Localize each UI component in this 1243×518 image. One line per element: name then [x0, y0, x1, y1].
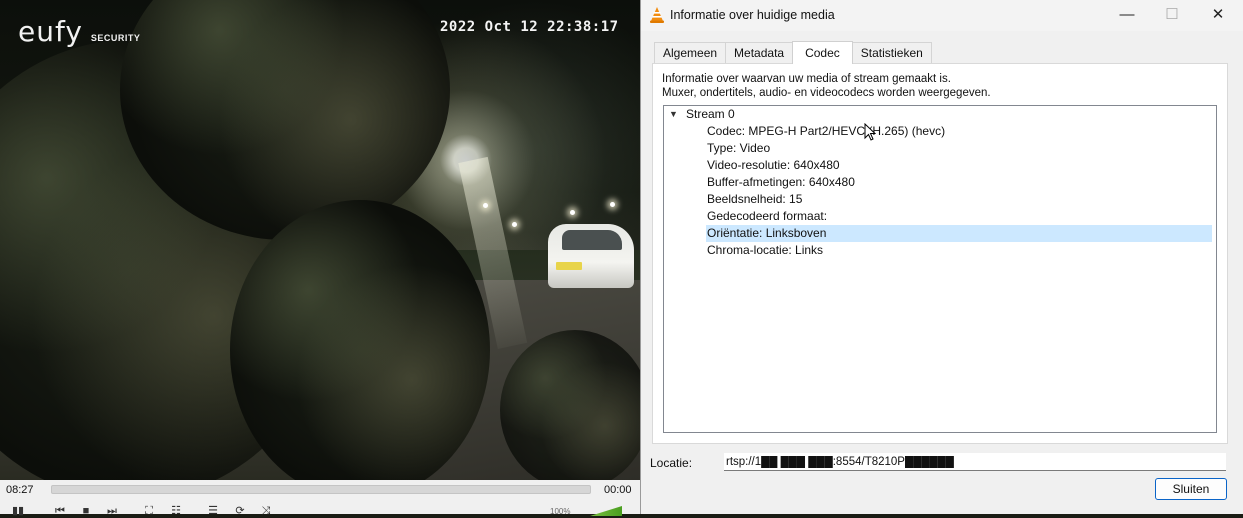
street-light	[570, 210, 575, 215]
vlc-cone-icon	[650, 7, 664, 23]
title-bar[interactable]: Informatie over huidige media — ☐ ✕	[641, 0, 1243, 31]
foliage	[230, 200, 490, 480]
dialog-title: Informatie over huidige media	[670, 8, 835, 22]
logo-word: eufy	[18, 15, 83, 48]
foliage	[500, 330, 640, 480]
tab-bar: Algemeen Metadata Codec Statistieken	[654, 41, 932, 64]
volume-slider[interactable]	[590, 506, 622, 516]
tab-codec[interactable]: Codec	[792, 41, 853, 64]
tab-statistieken[interactable]: Statistieken	[851, 42, 932, 64]
car-plate	[556, 262, 582, 270]
tree-item-decoded-format[interactable]: Gedecodeerd formaat:	[706, 208, 1212, 225]
player-controls: 08:27 00:00 ▮▮ ⏮ ■ ⏭ ⛶ ☷ ☰ ⟳ ⤨ 100%	[0, 480, 640, 517]
close-button[interactable]: Sluiten	[1155, 478, 1227, 500]
location-field[interactable]	[724, 453, 1226, 471]
extended-settings-icon[interactable]: ☷	[166, 504, 186, 518]
tree-item-buffer[interactable]: Buffer-afmetingen: 640x480	[706, 174, 1212, 191]
street-light	[512, 222, 517, 227]
car-window	[562, 230, 622, 250]
tree-item-stream-0[interactable]: Stream 0	[686, 106, 735, 123]
tab-metadata[interactable]: Metadata	[725, 42, 794, 64]
loop-icon[interactable]: ⟳	[230, 504, 250, 518]
stream-tree[interactable]: ▼ Stream 0 Codec: MPEG-H Part2/HEVC (H.2…	[663, 105, 1217, 433]
location-label: Locatie:	[650, 456, 693, 470]
tab-algemeen[interactable]: Algemeen	[654, 42, 727, 64]
mouse-cursor-icon	[864, 123, 876, 141]
shuffle-icon[interactable]: ⤨	[256, 504, 276, 518]
seek-bar[interactable]	[51, 485, 591, 494]
tree-item-type[interactable]: Type: Video	[706, 140, 1212, 157]
volume-percent: 100%	[550, 507, 571, 516]
maximize-button[interactable]: ☐	[1149, 0, 1195, 31]
pause-icon[interactable]: ▮▮	[8, 504, 28, 518]
next-icon[interactable]: ⏭	[102, 504, 122, 518]
previous-icon[interactable]: ⏮	[50, 504, 70, 518]
video-timestamp: 2022 Oct 12 22:38:17	[440, 19, 619, 35]
tree-item-resolution[interactable]: Video-resolutie: 640x480	[706, 157, 1212, 174]
codec-description: Informatie over waarvan uw media of stre…	[662, 73, 991, 100]
street-light	[610, 202, 615, 207]
eufy-logo: eufy SECURITY	[18, 15, 140, 48]
tree-item-codec[interactable]: Codec: MPEG-H Part2/HEVC (H.265) (hevc)	[706, 123, 1212, 140]
close-window-button[interactable]: ✕	[1195, 0, 1241, 31]
video-frame[interactable]: eufy SECURITY 2022 Oct 12 22:38:17	[0, 0, 640, 480]
time-elapsed: 08:27	[6, 484, 34, 496]
tree-item-framerate[interactable]: Beeldsnelheid: 15	[706, 191, 1212, 208]
street-light	[483, 203, 488, 208]
playlist-icon[interactable]: ☰	[203, 504, 223, 518]
fullscreen-icon[interactable]: ⛶	[139, 504, 159, 518]
logo-sub: SECURITY	[90, 33, 141, 43]
description-line-2: Muxer, ondertitels, audio- en videocodec…	[662, 86, 991, 99]
minimize-button[interactable]: —	[1104, 0, 1150, 31]
stop-icon[interactable]: ■	[76, 504, 96, 518]
codec-panel: Informatie over waarvan uw media of stre…	[652, 63, 1228, 444]
chevron-down-icon[interactable]: ▼	[669, 106, 678, 123]
tree-item-orientation[interactable]: Oriëntatie: Linksboven	[706, 225, 1212, 242]
media-info-dialog: Informatie over huidige media — ☐ ✕ Alge…	[640, 0, 1243, 514]
time-total: 00:00	[604, 484, 632, 496]
description-line-1: Informatie over waarvan uw media of stre…	[662, 73, 951, 85]
tree-item-chroma[interactable]: Chroma-locatie: Links	[706, 242, 1212, 259]
